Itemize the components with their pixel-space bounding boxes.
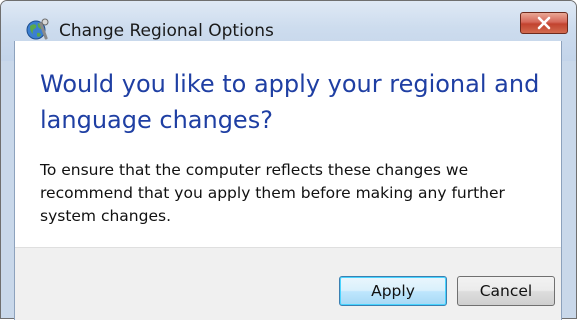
dialog-content: Would you like to apply your regional an… xyxy=(14,41,562,320)
apply-button[interactable]: Apply xyxy=(339,276,447,306)
close-button[interactable] xyxy=(520,12,568,34)
main-instruction: Would you like to apply your regional an… xyxy=(40,70,540,134)
cancel-button[interactable]: Cancel xyxy=(457,276,555,306)
body-text: To ensure that the computer reflects the… xyxy=(40,161,505,225)
window-title: Change Regional Options xyxy=(59,21,274,41)
dialog-window: Change Regional Options Would you like t… xyxy=(0,0,577,320)
button-bar: Apply Cancel xyxy=(15,247,561,320)
close-icon xyxy=(537,16,551,30)
